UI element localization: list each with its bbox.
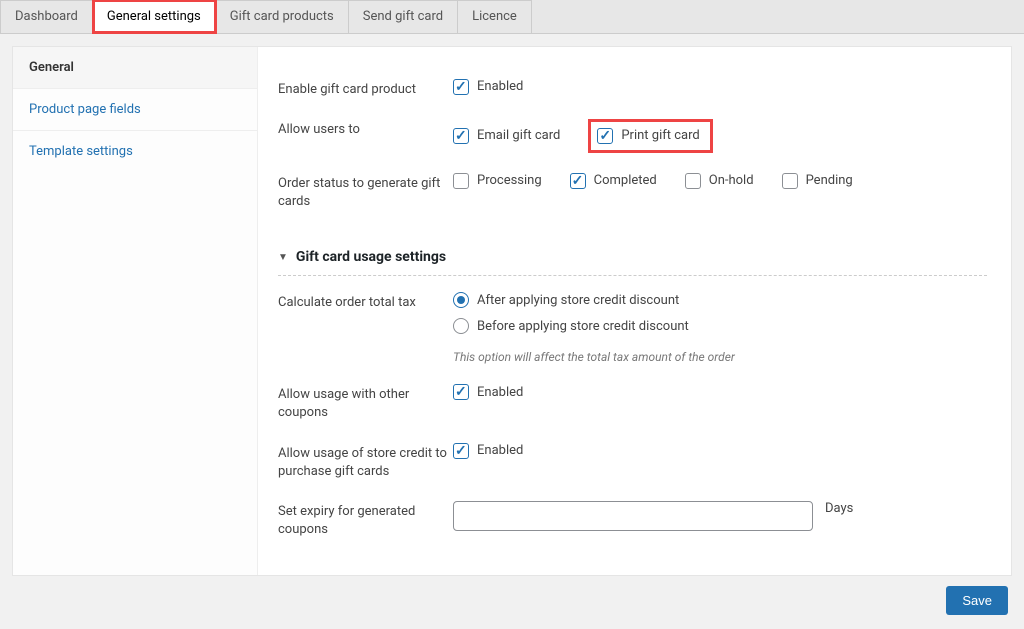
collapse-arrow-icon: ▼ — [278, 252, 288, 263]
tab-licence[interactable]: Licence — [458, 0, 532, 33]
tax-after-discount-radio[interactable]: After applying store credit discount — [453, 292, 735, 308]
enable-gift-card-checkbox[interactable]: Enabled — [453, 79, 523, 95]
calculate-tax-label: Calculate order total tax — [278, 292, 453, 312]
sidebar: General Product page fields Template set… — [13, 47, 258, 576]
status-completed-checkbox[interactable]: Completed — [570, 173, 657, 189]
allow-store-credit-checkbox-label: Enabled — [477, 443, 523, 458]
tax-before-discount-radio[interactable]: Before applying store credit discount — [453, 318, 735, 334]
tab-dashboard[interactable]: Dashboard — [0, 0, 93, 33]
order-status-label: Order status to generate gift cards — [278, 173, 453, 211]
tax-help-text: This option will affect the total tax am… — [453, 350, 735, 364]
expiry-suffix: Days — [825, 501, 853, 516]
print-gift-card-checkbox[interactable]: Print gift card — [588, 119, 712, 153]
tab-send-gift-card[interactable]: Send gift card — [349, 0, 458, 33]
email-gift-card-checkbox-label: Email gift card — [477, 128, 560, 143]
tab-general-settings[interactable]: General settings — [93, 0, 216, 33]
status-pending-label: Pending — [806, 173, 853, 188]
gift-card-usage-settings-header[interactable]: ▼ Gift card usage settings — [278, 243, 987, 276]
content-panel: Enable gift card product Enabled Allow u… — [258, 47, 1011, 576]
enable-gift-card-checkbox-label: Enabled — [477, 79, 523, 94]
allow-users-to-label: Allow users to — [278, 119, 453, 139]
tab-bar: Dashboard General settings Gift card pro… — [0, 0, 1024, 34]
footer-bar: Save — [0, 576, 1024, 629]
status-pending-checkbox[interactable]: Pending — [782, 173, 853, 189]
tab-gift-card-products[interactable]: Gift card products — [216, 0, 349, 33]
tax-before-discount-label: Before applying store credit discount — [477, 319, 689, 334]
section-title: Gift card usage settings — [296, 249, 446, 265]
email-gift-card-checkbox[interactable]: Email gift card — [453, 128, 560, 144]
status-completed-label: Completed — [594, 173, 657, 188]
allow-other-coupons-checkbox-label: Enabled — [477, 385, 523, 400]
allow-store-credit-label: Allow usage of store credit to purchase … — [278, 443, 453, 481]
enable-gift-card-label: Enable gift card product — [278, 79, 453, 99]
status-processing-checkbox[interactable]: Processing — [453, 173, 542, 189]
status-onhold-label: On-hold — [709, 173, 754, 188]
expiry-days-input[interactable] — [453, 501, 813, 531]
allow-store-credit-checkbox[interactable]: Enabled — [453, 443, 523, 459]
print-gift-card-checkbox-label: Print gift card — [621, 128, 699, 143]
tax-after-discount-label: After applying store credit discount — [477, 293, 679, 308]
sidebar-item-product-page-fields[interactable]: Product page fields — [13, 89, 257, 131]
sidebar-item-template-settings[interactable]: Template settings — [13, 131, 257, 172]
allow-other-coupons-checkbox[interactable]: Enabled — [453, 384, 523, 400]
status-onhold-checkbox[interactable]: On-hold — [685, 173, 754, 189]
save-button[interactable]: Save — [946, 586, 1008, 615]
sidebar-item-general[interactable]: General — [13, 47, 257, 89]
status-processing-label: Processing — [477, 173, 542, 188]
allow-other-coupons-label: Allow usage with other coupons — [278, 384, 453, 422]
set-expiry-label: Set expiry for generated coupons — [278, 501, 453, 539]
